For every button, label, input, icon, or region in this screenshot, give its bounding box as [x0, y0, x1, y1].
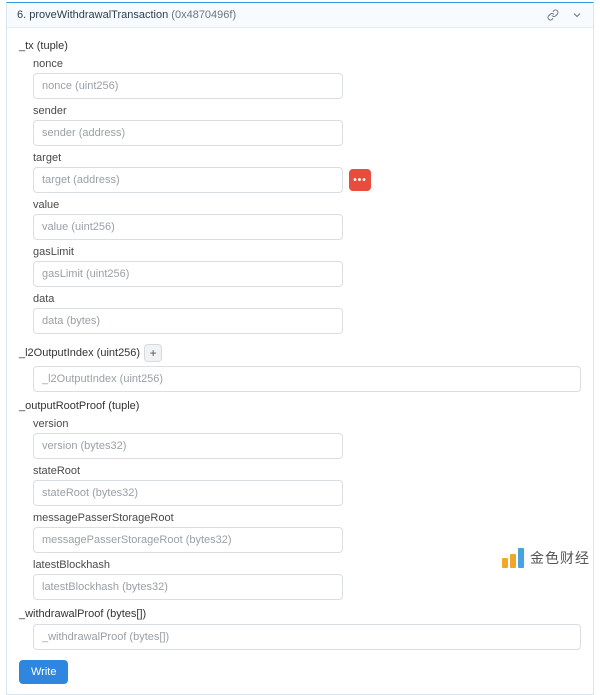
stateroot-label: stateRoot — [33, 465, 581, 477]
outputrootproof-fields: version stateRoot messagePasserStorageRo… — [33, 418, 581, 600]
panel-header[interactable]: 6. proveWithdrawalTransaction (0x4870496… — [7, 3, 593, 28]
data-label: data — [33, 293, 581, 305]
withdrawalproof-section-label: _withdrawalProof (bytes[]) — [19, 608, 581, 620]
watermark-logo-icon — [502, 548, 526, 568]
sender-label: sender — [33, 105, 581, 117]
value-label: value — [33, 199, 581, 211]
function-index: 6. — [17, 9, 26, 21]
stateroot-input[interactable] — [33, 480, 343, 506]
add-param-button[interactable]: + — [144, 344, 162, 362]
l2outputindex-input[interactable] — [33, 366, 581, 392]
outputrootproof-section-label: _outputRootProof (tuple) — [19, 400, 581, 412]
version-input[interactable] — [33, 433, 343, 459]
latestblockhash-input[interactable] — [33, 574, 343, 600]
nonce-label: nonce — [33, 58, 581, 70]
data-input[interactable] — [33, 308, 343, 334]
target-label: target — [33, 152, 581, 164]
function-name: proveWithdrawalTransaction — [29, 9, 168, 21]
watermark: 金色财经 — [502, 548, 590, 568]
latestblockhash-label: latestBlockhash — [33, 559, 581, 571]
mpsr-input[interactable] — [33, 527, 343, 553]
sender-input[interactable] — [33, 120, 343, 146]
value-input[interactable] — [33, 214, 343, 240]
header-actions — [547, 9, 583, 21]
function-panel: 6. proveWithdrawalTransaction (0x4870496… — [6, 2, 594, 695]
gaslimit-label: gasLimit — [33, 246, 581, 258]
panel-title: 6. proveWithdrawalTransaction (0x4870496… — [17, 9, 547, 21]
l2outputindex-label-text: _l2OutputIndex (uint256) — [19, 347, 140, 359]
gaslimit-input[interactable] — [33, 261, 343, 287]
panel-body: _tx (tuple) nonce sender target ••• valu… — [7, 28, 593, 694]
wallet-connect-icon[interactable]: ••• — [349, 169, 371, 191]
write-button[interactable]: Write — [19, 660, 68, 684]
l2outputindex-section-label: _l2OutputIndex (uint256) + — [19, 344, 581, 362]
withdrawalproof-fields — [33, 624, 581, 650]
withdrawalproof-input[interactable] — [33, 624, 581, 650]
watermark-text: 金色财经 — [530, 548, 590, 568]
tx-section-label: _tx (tuple) — [19, 40, 581, 52]
tx-fields: nonce sender target ••• value gasLimit d… — [33, 58, 581, 334]
version-label: version — [33, 418, 581, 430]
chevron-down-icon[interactable] — [571, 9, 583, 21]
function-hash: (0x4870496f) — [171, 9, 236, 21]
nonce-input[interactable] — [33, 73, 343, 99]
target-input[interactable] — [33, 167, 343, 193]
mpsr-label: messagePasserStorageRoot — [33, 512, 581, 524]
l2outputindex-fields — [33, 366, 581, 392]
link-icon[interactable] — [547, 9, 559, 21]
